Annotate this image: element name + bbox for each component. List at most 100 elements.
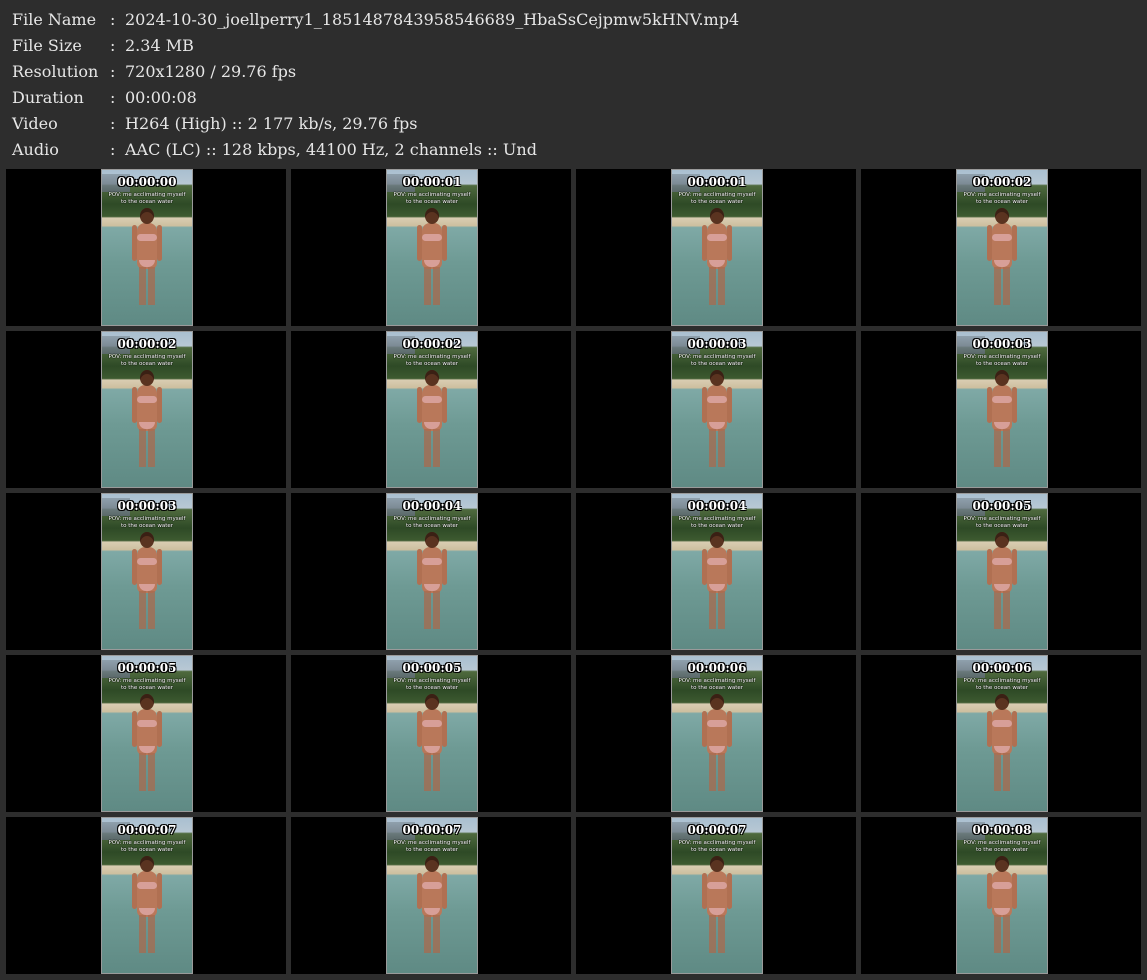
person-figure <box>987 856 1017 960</box>
thumbnail-cell: POV: me acclimating myself to the ocean w… <box>6 169 286 326</box>
caption-line-2: to the ocean water <box>975 685 1029 691</box>
person-figure <box>132 694 162 798</box>
video-frame-thumbnail: POV: me acclimating myself to the ocean w… <box>956 655 1048 812</box>
person-figure <box>702 694 732 798</box>
thumbnail-cell: POV: me acclimating myself to the ocean w… <box>291 817 571 974</box>
figure-legs <box>994 429 1010 467</box>
caption-line-1: POV: me acclimating myself <box>393 840 471 846</box>
caption-line-1: POV: me acclimating myself <box>678 678 756 684</box>
frame-timestamp: 00:00:00 <box>117 175 177 189</box>
info-row-file-size: File Size : 2.34 MB <box>12 33 1132 59</box>
info-separator: : <box>110 88 116 107</box>
figure-legs <box>994 915 1010 953</box>
figure-head <box>995 370 1009 386</box>
person-figure <box>702 856 732 960</box>
caption-line-1: POV: me acclimating myself <box>678 354 756 360</box>
person-figure <box>417 694 447 798</box>
figure-head <box>140 208 154 224</box>
figure-top <box>137 396 157 403</box>
figure-top <box>707 234 727 241</box>
video-frame-thumbnail: POV: me acclimating myself to the ocean w… <box>671 493 763 650</box>
frame-caption: POV: me acclimating myself to the ocean w… <box>672 354 762 368</box>
file-info-header: File Name : 2024-10-30_joellperry1_18514… <box>12 7 1132 163</box>
figure-legs <box>139 591 155 629</box>
figure-head <box>425 694 439 710</box>
caption-line-2: to the ocean water <box>405 685 459 691</box>
person-figure <box>702 208 732 312</box>
figure-head <box>425 370 439 386</box>
person-figure <box>702 370 732 474</box>
figure-top <box>422 882 442 889</box>
person-figure <box>132 856 162 960</box>
figure-head <box>710 370 724 386</box>
video-frame-thumbnail: POV: me acclimating myself to the ocean w… <box>671 817 763 974</box>
figure-top <box>992 720 1012 727</box>
figure-arm-r <box>727 225 732 261</box>
frame-timestamp: 00:00:05 <box>972 499 1032 513</box>
figure-head <box>710 856 724 872</box>
info-separator: : <box>110 62 116 81</box>
frame-caption: POV: me acclimating myself to the ocean w… <box>672 192 762 206</box>
figure-top <box>137 234 157 241</box>
frame-caption: POV: me acclimating myself to the ocean w… <box>102 354 192 368</box>
figure-legs <box>709 915 725 953</box>
thumbnail-cell: POV: me acclimating myself to the ocean w… <box>861 331 1141 488</box>
thumbnail-cell: POV: me acclimating myself to the ocean w… <box>576 169 856 326</box>
figure-head <box>425 532 439 548</box>
figure-head <box>140 694 154 710</box>
figure-legs <box>139 429 155 467</box>
thumbnail-cell: POV: me acclimating myself to the ocean w… <box>6 331 286 488</box>
video-frame-thumbnail: POV: me acclimating myself to the ocean w… <box>671 655 763 812</box>
frame-caption: POV: me acclimating myself to the ocean w… <box>387 192 477 206</box>
thumbnail-cell: POV: me acclimating myself to the ocean w… <box>6 493 286 650</box>
figure-arm-r <box>1012 711 1017 747</box>
video-frame-thumbnail: POV: me acclimating myself to the ocean w… <box>671 331 763 488</box>
caption-line-2: to the ocean water <box>405 361 459 367</box>
thumbnail-cell: POV: me acclimating myself to the ocean w… <box>861 817 1141 974</box>
figure-legs <box>424 429 440 467</box>
figure-top <box>422 396 442 403</box>
video-frame-thumbnail: POV: me acclimating myself to the ocean w… <box>386 331 478 488</box>
info-row-audio: Audio : AAC (LC) :: 128 kbps, 44100 Hz, … <box>12 137 1132 163</box>
video-frame-thumbnail: POV: me acclimating myself to the ocean w… <box>101 493 193 650</box>
video-frame-thumbnail: POV: me acclimating myself to the ocean w… <box>956 331 1048 488</box>
thumbnail-grid: POV: me acclimating myself to the ocean w… <box>6 169 1141 976</box>
person-figure <box>417 532 447 636</box>
figure-legs <box>994 267 1010 305</box>
info-row-duration: Duration : 00:00:08 <box>12 85 1132 111</box>
frame-timestamp: 00:00:05 <box>402 661 462 675</box>
frame-caption: POV: me acclimating myself to the ocean w… <box>102 840 192 854</box>
figure-top <box>707 882 727 889</box>
person-figure <box>132 370 162 474</box>
thumbnail-cell: POV: me acclimating myself to the ocean w… <box>576 493 856 650</box>
info-separator: : <box>110 140 116 159</box>
person-figure <box>132 532 162 636</box>
caption-line-2: to the ocean water <box>120 199 174 205</box>
figure-legs <box>424 267 440 305</box>
info-value: H264 (High) :: 2 177 kb/s, 29.76 fps <box>125 114 418 133</box>
info-separator: : <box>110 10 116 29</box>
frame-caption: POV: me acclimating myself to the ocean w… <box>957 192 1047 206</box>
frame-caption: POV: me acclimating myself to the ocean w… <box>957 840 1047 854</box>
info-value: 00:00:08 <box>125 88 197 107</box>
person-figure <box>702 532 732 636</box>
figure-arm-r <box>442 873 447 909</box>
person-figure <box>417 370 447 474</box>
caption-line-2: to the ocean water <box>975 847 1029 853</box>
caption-line-1: POV: me acclimating myself <box>678 192 756 198</box>
frame-caption: POV: me acclimating myself to the ocean w… <box>957 678 1047 692</box>
figure-arm-r <box>727 711 732 747</box>
caption-line-2: to the ocean water <box>120 361 174 367</box>
info-label: Duration <box>12 88 84 107</box>
video-frame-thumbnail: POV: me acclimating myself to the ocean w… <box>956 493 1048 650</box>
figure-legs <box>709 429 725 467</box>
figure-legs <box>424 591 440 629</box>
info-row-file-name: File Name : 2024-10-30_joellperry1_18514… <box>12 7 1132 33</box>
person-figure <box>987 532 1017 636</box>
frame-timestamp: 00:00:02 <box>402 337 462 351</box>
figure-legs <box>139 267 155 305</box>
caption-line-1: POV: me acclimating myself <box>108 192 186 198</box>
info-row-video: Video : H264 (High) :: 2 177 kb/s, 29.76… <box>12 111 1132 137</box>
thumbnail-cell: POV: me acclimating myself to the ocean w… <box>576 331 856 488</box>
frame-timestamp: 00:00:06 <box>972 661 1032 675</box>
